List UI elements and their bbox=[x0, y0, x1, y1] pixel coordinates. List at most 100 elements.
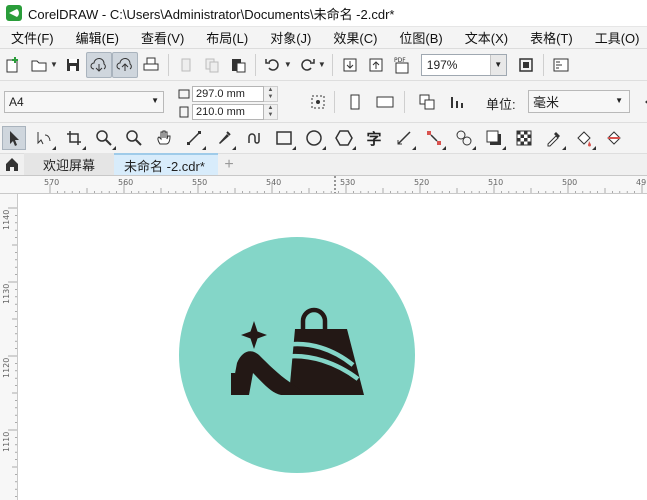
width-icon bbox=[176, 87, 192, 101]
spin-down-icon[interactable]: ▼ bbox=[268, 94, 274, 101]
current-page-icon[interactable] bbox=[444, 89, 470, 115]
menu-effects[interactable]: 效果(C) bbox=[322, 28, 388, 47]
interactive-fill-tool-icon[interactable] bbox=[572, 126, 596, 150]
drawing-canvas[interactable] bbox=[19, 195, 647, 500]
ruler-label: 550 bbox=[192, 178, 207, 187]
new-document-icon[interactable] bbox=[0, 52, 26, 78]
text-tool-icon[interactable]: 字 bbox=[362, 126, 386, 150]
zoom-tool-icon[interactable] bbox=[92, 126, 116, 150]
height-spinner[interactable]: ▲ ▼ bbox=[264, 103, 278, 120]
property-bar: A4 ▼ 297.0 mm ▲ ▼ 210.0 mm ▲ ▼ 单位: 毫米 ▼ bbox=[0, 81, 647, 123]
menu-layout[interactable]: 布局(L) bbox=[195, 28, 259, 47]
menu-tools[interactable]: 工具(O) bbox=[584, 28, 647, 47]
add-tab-icon[interactable]: + bbox=[218, 155, 240, 175]
toolbar-separator bbox=[331, 53, 333, 76]
page-origin-icon[interactable] bbox=[305, 89, 331, 115]
transparency-tool-icon[interactable] bbox=[512, 126, 536, 150]
toolbar-separator bbox=[404, 91, 405, 113]
smart-drawing-tool-icon[interactable] bbox=[242, 126, 266, 150]
document-tabs: 欢迎屏幕 未命名 -2.cdr* + bbox=[0, 153, 647, 176]
import-icon[interactable] bbox=[337, 52, 363, 78]
toolbar-separator bbox=[254, 53, 256, 76]
tab-welcome-screen[interactable]: 欢迎屏幕 bbox=[24, 153, 114, 175]
menu-text[interactable]: 文本(X) bbox=[454, 28, 519, 47]
ruler-label: 500 bbox=[562, 178, 577, 187]
smart-fill-tool-icon[interactable] bbox=[602, 126, 626, 150]
rectangle-tool-icon[interactable] bbox=[272, 126, 296, 150]
polygon-tool-icon[interactable] bbox=[332, 126, 356, 150]
dimension-tool-icon[interactable] bbox=[392, 126, 416, 150]
toolbox: 字 bbox=[0, 123, 647, 154]
ruler-label: 540 bbox=[266, 178, 281, 187]
horizontal-ruler[interactable]: 570 560 550 540 530 520 510 500 49 bbox=[0, 176, 647, 194]
unit-value: 毫米 bbox=[533, 95, 560, 110]
zoom-out-tool-icon[interactable] bbox=[122, 126, 146, 150]
shape-tool-icon[interactable] bbox=[32, 126, 56, 150]
ruler-label: 520 bbox=[414, 178, 429, 187]
redo-icon[interactable] bbox=[294, 52, 320, 78]
ellipse-tool-icon[interactable] bbox=[302, 126, 326, 150]
page-width-row: 297.0 mm ▲ ▼ bbox=[176, 85, 292, 102]
ruler-label: 49 bbox=[636, 178, 646, 187]
menu-table[interactable]: 表格(T) bbox=[519, 28, 584, 47]
page-width-field[interactable]: 297.0 mm bbox=[192, 85, 264, 102]
ruler-label: 570 bbox=[44, 178, 59, 187]
menu-file[interactable]: 文件(F) bbox=[0, 28, 65, 47]
zoom-dropdown-icon[interactable]: ▼ bbox=[489, 54, 506, 75]
save-icon[interactable] bbox=[60, 52, 86, 78]
page-size-select[interactable]: A4 ▼ bbox=[4, 91, 164, 113]
text-tool-glyph: 字 bbox=[366, 130, 382, 148]
artistic-media-tool-icon[interactable] bbox=[212, 126, 236, 150]
chevron-down-icon: ▼ bbox=[151, 96, 159, 105]
page-size-value: A4 bbox=[9, 95, 24, 109]
undo-icon[interactable] bbox=[260, 52, 286, 78]
spin-down-icon[interactable]: ▼ bbox=[268, 112, 274, 119]
ruler-label: 1110 bbox=[2, 432, 11, 452]
page-height-field[interactable]: 210.0 mm bbox=[192, 103, 264, 120]
cloud-upload-icon[interactable] bbox=[111, 51, 138, 78]
ruler-label: 560 bbox=[118, 178, 133, 187]
nudge-icon[interactable] bbox=[636, 89, 647, 115]
toolbar-separator bbox=[334, 91, 335, 113]
landscape-icon[interactable] bbox=[372, 89, 398, 115]
pan-tool-icon[interactable] bbox=[152, 126, 176, 150]
vertical-ruler[interactable]: 1140 1130 1120 1110 bbox=[0, 194, 18, 500]
blend-tool-icon[interactable] bbox=[452, 126, 476, 150]
spin-up-icon[interactable]: ▲ bbox=[268, 105, 274, 112]
show-rulers-icon[interactable] bbox=[548, 52, 574, 78]
menu-object[interactable]: 对象(J) bbox=[259, 28, 322, 47]
ruler-label: 1120 bbox=[2, 358, 11, 378]
publish-pdf-icon[interactable]: PDF bbox=[389, 52, 415, 78]
menu-edit[interactable]: 编辑(E) bbox=[65, 28, 130, 47]
all-pages-icon[interactable] bbox=[414, 89, 440, 115]
spin-up-icon[interactable]: ▲ bbox=[268, 87, 274, 94]
drop-shadow-tool-icon[interactable] bbox=[482, 126, 506, 150]
toolbar-separator bbox=[542, 53, 544, 76]
cut-icon[interactable] bbox=[173, 52, 199, 78]
export-icon[interactable] bbox=[363, 52, 389, 78]
connector-tool-icon[interactable] bbox=[422, 126, 446, 150]
portrait-icon[interactable] bbox=[342, 89, 368, 115]
full-screen-icon[interactable] bbox=[513, 52, 539, 78]
cloud-download-icon[interactable] bbox=[85, 51, 112, 78]
pick-tool-icon[interactable] bbox=[2, 126, 26, 150]
ruler-label: 530 bbox=[340, 178, 355, 187]
freehand-tool-icon[interactable] bbox=[182, 126, 206, 150]
menu-bitmaps[interactable]: 位图(B) bbox=[388, 28, 453, 47]
zoom-level-value: 197% bbox=[426, 57, 458, 72]
unit-select[interactable]: 毫米 ▼ bbox=[528, 90, 630, 113]
toolbar-separator bbox=[167, 53, 169, 76]
zoom-level-combo[interactable]: 197% ▼ bbox=[420, 53, 507, 76]
menu-view[interactable]: 查看(V) bbox=[130, 28, 195, 47]
crop-tool-icon[interactable] bbox=[62, 126, 86, 150]
paste-icon[interactable] bbox=[225, 52, 251, 78]
open-folder-icon[interactable] bbox=[26, 52, 52, 78]
page-height-row: 210.0 mm ▲ ▼ bbox=[176, 103, 292, 120]
tab-current-document[interactable]: 未命名 -2.cdr* bbox=[114, 153, 218, 175]
pdf-label: PDF bbox=[394, 57, 406, 64]
print-icon[interactable] bbox=[138, 52, 164, 78]
width-spinner[interactable]: ▲ ▼ bbox=[264, 85, 278, 102]
home-icon[interactable] bbox=[0, 153, 24, 175]
copy-icon[interactable] bbox=[199, 52, 225, 78]
eyedropper-tool-icon[interactable] bbox=[542, 126, 566, 150]
